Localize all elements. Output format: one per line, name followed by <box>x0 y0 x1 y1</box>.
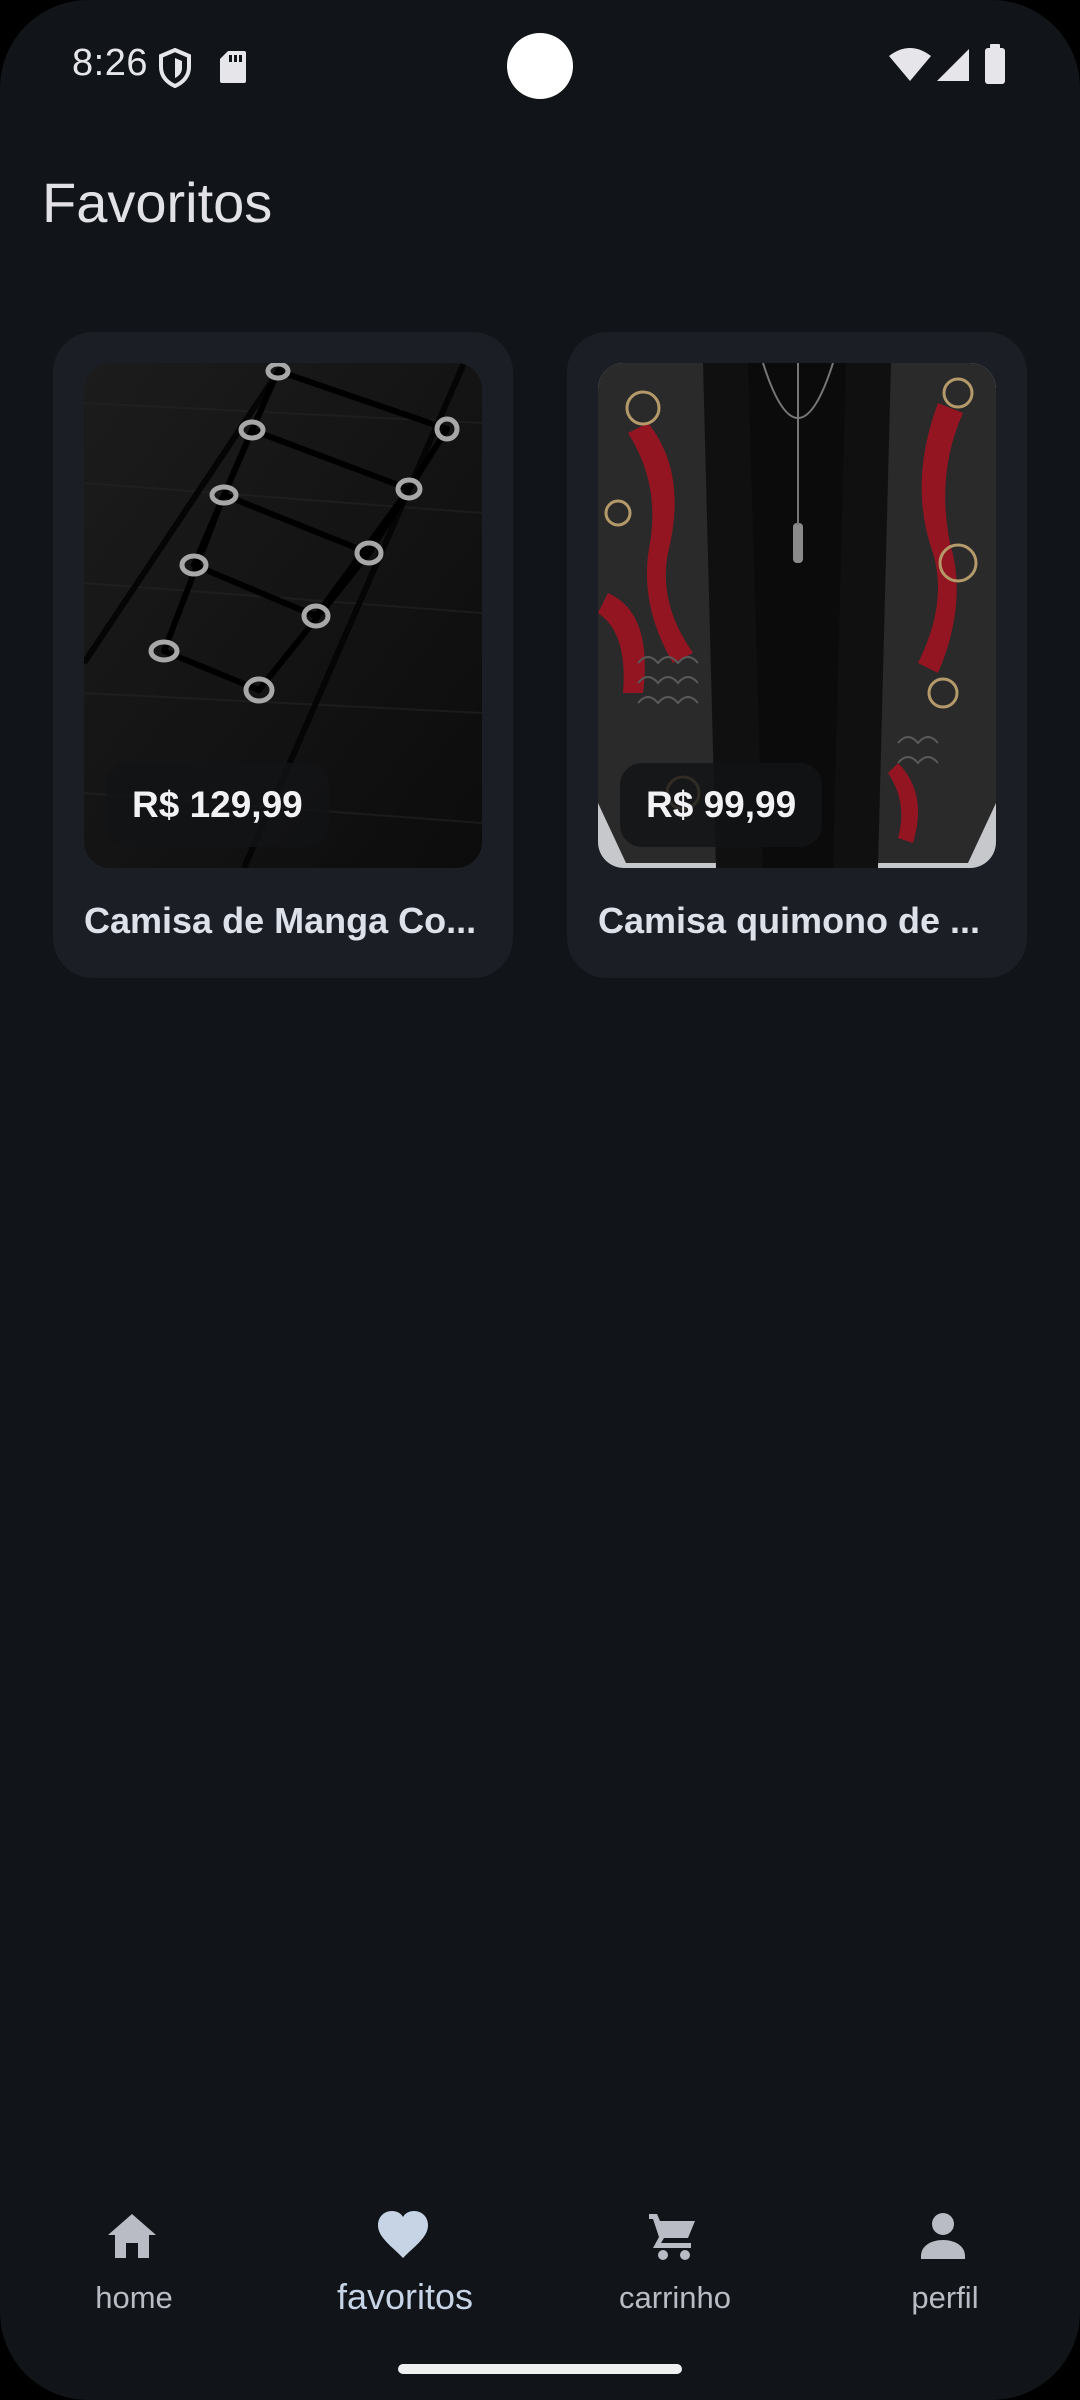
product-name[interactable]: Camisa de Manga Co... <box>84 900 484 942</box>
product-image[interactable]: R$ 129,99 <box>84 363 482 868</box>
shield-icon <box>159 48 191 88</box>
wifi-icon <box>889 48 931 81</box>
battery-icon <box>985 44 1005 84</box>
nav-label-favoritos: favoritos <box>336 2276 474 2317</box>
status-time: 8:26 <box>72 42 148 84</box>
favorite-card[interactable]: R$ 99,99 Camisa quimono de ... <box>567 332 1027 978</box>
favorites-screen: 8:26 Favoritos R$ 129,99 Camisa de Manga… <box>0 0 1080 2400</box>
camera-cutout <box>507 33 573 99</box>
product-name[interactable]: Camisa quimono de ... <box>598 900 998 942</box>
status-bar: 8:26 <box>0 0 1080 130</box>
nav-item-carrinho[interactable]: carrinho <box>575 2180 775 2330</box>
page-title: Favoritos <box>42 171 273 234</box>
bottom-navigation: home favoritos carrinho perfil <box>0 2180 1080 2340</box>
nav-item-home[interactable]: home <box>34 2180 234 2330</box>
price-badge: R$ 99,99 <box>620 763 823 847</box>
cellular-signal-icon <box>937 49 969 81</box>
nav-label-home: home <box>95 2280 173 2315</box>
heart-icon <box>378 2211 428 2258</box>
home-icon <box>108 2214 156 2258</box>
price-badge: R$ 129,99 <box>106 763 329 847</box>
nav-label-perfil: perfil <box>911 2280 979 2315</box>
nav-item-perfil[interactable]: perfil <box>845 2180 1045 2330</box>
nav-label-carrinho: carrinho <box>619 2280 731 2315</box>
person-icon <box>921 2213 965 2259</box>
product-image[interactable]: R$ 99,99 <box>598 363 996 868</box>
home-indicator[interactable] <box>398 2364 682 2374</box>
nav-item-favoritos[interactable]: favoritos <box>305 2180 505 2330</box>
cart-icon <box>649 2214 695 2260</box>
sd-card-icon <box>220 51 246 83</box>
favorite-card[interactable]: R$ 129,99 Camisa de Manga Co... <box>53 332 513 978</box>
